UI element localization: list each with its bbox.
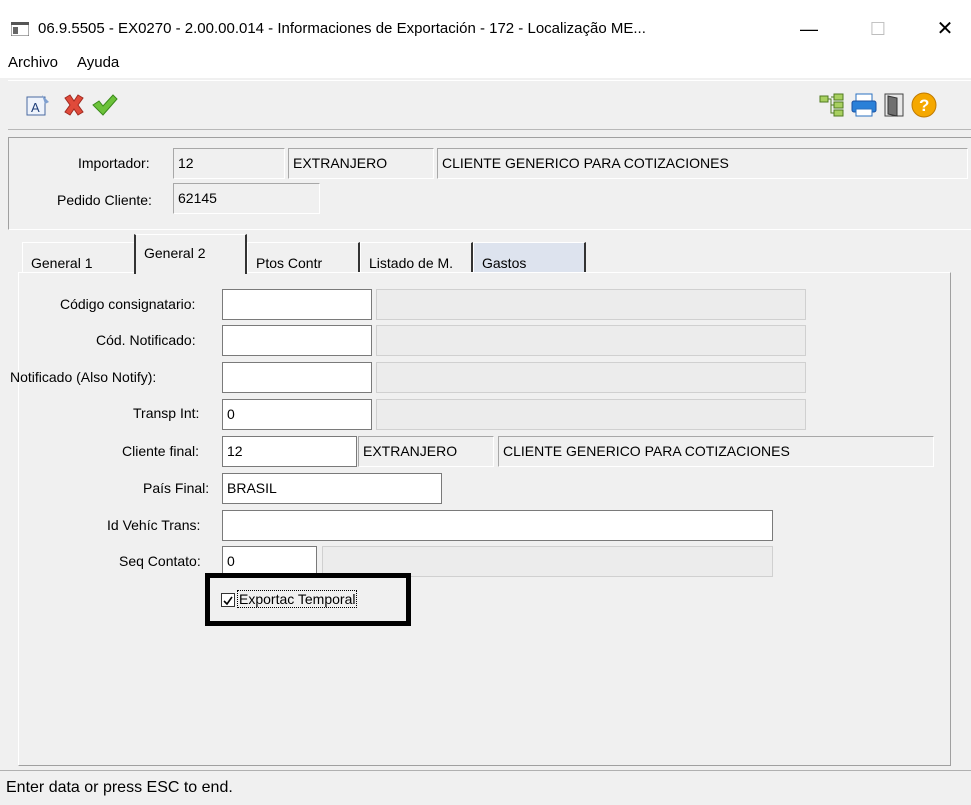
menu-help[interactable]: Ayuda — [77, 54, 119, 71]
svg-text:A: A — [31, 100, 40, 115]
tab-general-1[interactable]: General 1 — [22, 242, 136, 274]
tab-general-2[interactable]: General 2 — [134, 234, 247, 274]
vehicle-input[interactable] — [222, 510, 773, 541]
notified-input[interactable] — [222, 362, 372, 393]
importer-short-field: EXTRANJERO — [288, 148, 434, 179]
menu-file[interactable]: Archivo — [8, 54, 58, 71]
toolbar: A ? — [8, 80, 971, 130]
help-icon[interactable]: ? — [910, 91, 938, 119]
final-client-label: Cliente final: — [122, 443, 200, 459]
app-window-icon — [11, 22, 29, 36]
close-button[interactable]: ✕ — [922, 14, 968, 44]
importer-name-field: CLIENTE GENERICO PARA COTIZACIONES — [437, 148, 968, 179]
tab-gastos[interactable]: Gastos — [473, 242, 586, 274]
maximize-button[interactable]: ☐ — [855, 14, 901, 44]
svg-text:?: ? — [919, 96, 929, 115]
order-label: Pedido Cliente: — [57, 192, 152, 208]
transp-label: Transp Int: — [133, 405, 200, 421]
final-client-name-field: CLIENTE GENERICO PARA COTIZACIONES — [498, 436, 934, 467]
highlight-box — [205, 573, 411, 626]
consignee-code-input[interactable] — [222, 289, 372, 320]
consignee-label: Código consignatario: — [60, 296, 196, 312]
order-field: 62145 — [173, 183, 320, 214]
cancel-icon[interactable] — [60, 91, 88, 119]
menu-bar: Archivo Ayuda — [0, 50, 971, 78]
notified-code-label: Cód. Notificado: — [96, 332, 196, 348]
final-country-label: País Final: — [143, 480, 210, 496]
tree-icon[interactable] — [818, 91, 846, 119]
final-client-short-field: EXTRANJERO — [358, 436, 494, 467]
tab-strip: General 1 General 2 Ptos Contr Listado d… — [18, 234, 618, 274]
tab-ptos-contr[interactable]: Ptos Contr — [247, 242, 360, 274]
transp-input[interactable]: 0 — [222, 399, 372, 430]
print-icon[interactable] — [850, 91, 878, 119]
tab-listado[interactable]: Listado de M. — [360, 242, 473, 274]
consignee-name-field — [376, 289, 806, 320]
status-bar: Enter data or press ESC to end. — [0, 770, 971, 805]
importer-code-field: 12 — [173, 148, 285, 179]
transp-desc-field — [376, 399, 806, 430]
seq-label: Seq Contato: — [119, 553, 201, 569]
exit-door-icon[interactable] — [880, 91, 908, 119]
importer-label: Importador: — [78, 155, 150, 171]
window-title: 06.9.5505 - EX0270 - 2.00.00.014 - Infor… — [38, 20, 646, 37]
notified-desc-field — [376, 362, 806, 393]
vehicle-label: Id Vehíc Trans: — [107, 517, 201, 533]
confirm-icon[interactable] — [90, 91, 118, 119]
title-bar: 06.9.5505 - EX0270 - 2.00.00.014 - Infor… — [0, 0, 971, 50]
final-client-input[interactable]: 12 — [222, 436, 357, 467]
notified-code-input[interactable] — [222, 325, 372, 356]
final-country-input[interactable]: BRASIL — [222, 473, 442, 504]
notified-name-field — [376, 325, 806, 356]
notified-label: Notificado (Also Notify): — [10, 369, 157, 385]
minimize-button[interactable]: — — [786, 14, 832, 44]
edit-text-icon[interactable]: A — [24, 91, 52, 119]
